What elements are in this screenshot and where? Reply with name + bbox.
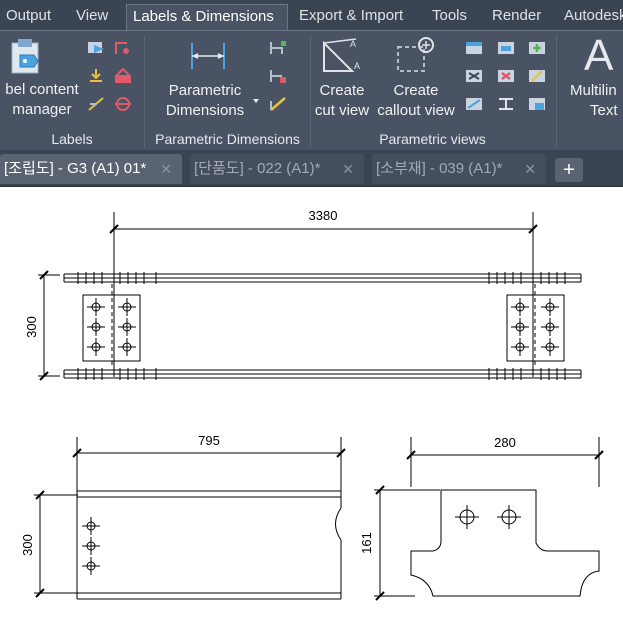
close-icon[interactable]: ✕ (160, 154, 172, 184)
parametric-dimensions-panel-title: Parametric Dimensions (155, 131, 300, 147)
panel-separator (556, 35, 557, 147)
bolt-hole-centerline (82, 517, 100, 535)
view-tool-icon-9[interactable] (527, 95, 547, 113)
dimension-tool-icon-2[interactable] (268, 67, 288, 85)
document-tab-bar: [조립도] - G3 (A1) 01* ✕ [단품도] - 022 (A1)* … (0, 150, 623, 187)
close-icon[interactable]: ✕ (342, 154, 354, 184)
view-tool-icon-6[interactable] (527, 67, 547, 85)
bolt-hole-centerline (82, 537, 100, 555)
view-tool-icon-5[interactable] (496, 67, 516, 85)
bolt-hole-centerline (118, 338, 136, 356)
parametric-dimensions-label-2: Dimensions (165, 102, 245, 119)
drawing-canvas[interactable]: 3380 300 795 300 280 161 (0, 187, 623, 640)
bottom-left-height-dimension: 300 (20, 534, 35, 556)
document-tab-subpart[interactable]: [소부재] - 039 (A1)* ✕ (372, 154, 546, 184)
bolt-hole-centerline (541, 318, 559, 336)
tab-render[interactable]: Render (486, 4, 547, 30)
bolt-hole-centerline (511, 298, 529, 316)
create-cut-view-label-1: Create (319, 82, 365, 99)
label-tool-icon-4[interactable] (113, 67, 133, 85)
new-tab-button[interactable]: + (555, 158, 583, 182)
parametric-dimension-icon (191, 43, 225, 69)
label-tool-icon-6[interactable] (113, 95, 133, 113)
label-content-manager-label-2: manager (12, 101, 72, 118)
view-tool-icon-4[interactable] (464, 67, 484, 85)
create-callout-view-button[interactable]: Create callout view (374, 33, 458, 125)
label-content-manager-button[interactable]: bel content manager (0, 33, 84, 125)
bolt-hole-centerline (455, 505, 479, 529)
label-tool-icon-2[interactable] (113, 39, 133, 57)
bottom-right-view (374, 437, 604, 601)
tab-autodesk[interactable]: Autodesk (558, 4, 623, 30)
document-tab-assembly[interactable]: [조립도] - G3 (A1) 01* ✕ (0, 154, 182, 184)
bolt-hole-centerline (87, 298, 105, 316)
dimension-tool-icon-3[interactable] (268, 95, 288, 113)
dimension-tool-icon-1[interactable] (268, 39, 288, 57)
view-tool-icon-8[interactable] (496, 95, 516, 113)
top-view-height-dimension: 300 (24, 316, 39, 338)
bolt-hole-centerline (87, 338, 105, 356)
view-tool-icon-1[interactable] (464, 39, 484, 57)
callout-view-icon (397, 37, 434, 72)
bottom-left-view (34, 437, 346, 600)
bolt-hole-centerline (511, 318, 529, 336)
tab-output[interactable]: Output (0, 4, 57, 30)
view-tool-icon-7[interactable] (464, 95, 484, 113)
close-icon[interactable]: ✕ (524, 154, 536, 184)
ribbon: Output View Labels & Dimensions Export &… (0, 0, 623, 151)
top-view-width-dimension: 3380 (309, 208, 338, 223)
create-cut-view-label-2: cut view (314, 102, 370, 119)
bottom-left-width-dimension: 795 (198, 433, 220, 448)
bolt-hole-centerline (118, 298, 136, 316)
bolt-hole-centerline (541, 338, 559, 356)
label-tool-icon-3[interactable] (86, 67, 106, 85)
label-tool-icon-1[interactable] (86, 39, 106, 57)
bolt-hole-centerline (118, 318, 136, 336)
document-tab-label: [조립도] - G3 (A1) 01* (4, 160, 147, 177)
chevron-down-icon (253, 99, 259, 103)
parametric-dimensions-label-1: Parametric (168, 82, 242, 99)
labels-panel-title: Labels (51, 131, 93, 147)
text-letter-icon: A (584, 33, 614, 80)
svg-text:A: A (350, 39, 356, 49)
bottom-right-height-dimension: 161 (359, 532, 374, 554)
bolt-hole-centerline (87, 318, 105, 336)
bolt-hole-centerline (82, 557, 100, 575)
tab-labels-dimensions[interactable]: Labels & Dimensions (126, 4, 288, 31)
ribbon-panels: bel content manager Labels Parametric Di… (0, 30, 623, 151)
bolt-hole-centerline (497, 505, 521, 529)
tab-export-import[interactable]: Export & Import (293, 4, 409, 30)
bottom-right-width-dimension: 280 (494, 435, 516, 450)
view-tool-icon-2[interactable] (496, 39, 516, 57)
create-callout-view-label-2: callout view (377, 102, 455, 119)
top-view (38, 212, 582, 381)
cut-view-icon: A A (323, 38, 360, 72)
parametric-views-panel-title: Parametric views (379, 131, 486, 147)
bolt-holes (82, 298, 559, 575)
view-tool-icon-3[interactable] (527, 39, 547, 57)
multiline-text-label-1: Multilin (570, 82, 617, 99)
tab-view[interactable]: View (70, 4, 114, 30)
create-cut-view-button[interactable]: A A Create cut view (312, 33, 372, 125)
label-content-manager-icon (11, 39, 39, 74)
bolt-hole-centerline (511, 338, 529, 356)
create-callout-view-label-1: Create (393, 82, 439, 99)
document-tab-label: [소부재] - 039 (A1)* (376, 160, 503, 177)
multiline-text-label-2: Text (590, 102, 618, 119)
document-tab-label: [단품도] - 022 (A1)* (194, 160, 321, 177)
document-tab-part[interactable]: [단품도] - 022 (A1)* ✕ (190, 154, 364, 184)
parametric-dimensions-button[interactable]: Parametric Dimensions (150, 33, 262, 125)
ribbon-tab-bar: Output View Labels & Dimensions Export &… (0, 0, 623, 31)
label-content-manager-label-1: bel content (5, 81, 79, 98)
tab-tools[interactable]: Tools (426, 4, 473, 30)
label-tool-icon-5[interactable] (86, 95, 106, 113)
svg-text:A: A (354, 61, 360, 71)
multiline-text-button[interactable]: A Multilin Text (560, 33, 623, 125)
plus-icon: + (563, 159, 575, 181)
bolt-hole-centerline (541, 298, 559, 316)
